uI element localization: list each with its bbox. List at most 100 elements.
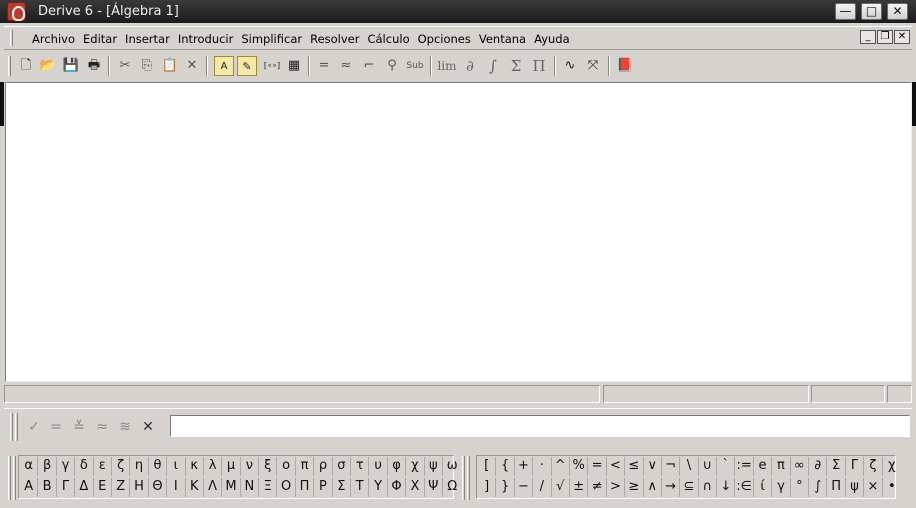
substitute-icon[interactable]: Sub — [405, 56, 425, 76]
math-symbol-button[interactable]: { — [496, 457, 515, 476]
greek-upper-symbol-button[interactable]: Τ — [351, 478, 370, 497]
greek-lower-symbol-button[interactable]: σ — [333, 457, 352, 476]
math-symbol-button[interactable]: ↓ — [717, 478, 736, 497]
greek-lower-symbol-button[interactable]: β — [38, 457, 57, 476]
greek-lower-symbol-button[interactable]: ν — [241, 457, 260, 476]
greek-upper-symbol-button[interactable]: Γ — [57, 478, 76, 497]
math-symbol-button[interactable]: √ — [552, 478, 570, 497]
maximize-button[interactable]: □ — [861, 3, 882, 20]
math-symbol-button[interactable]: Γ — [846, 457, 865, 476]
child-close-button[interactable]: ✕ — [894, 30, 910, 44]
menubar-grip[interactable] — [10, 30, 13, 46]
open-folder-icon[interactable]: 📂 — [38, 56, 58, 76]
math-symbol-button[interactable]: ≤ — [625, 457, 644, 476]
menu-ayuda[interactable]: Ayuda — [534, 32, 570, 46]
math-symbol-button[interactable]: ] — [478, 478, 497, 497]
greek-upper-symbol-button[interactable]: Π — [296, 478, 315, 497]
equals-icon[interactable]: = — [314, 56, 334, 76]
integral-icon[interactable]: ∫ — [483, 56, 503, 76]
check-icon[interactable]: ✓ — [24, 417, 44, 437]
greek-lower-symbol-button[interactable]: ζ — [112, 457, 131, 476]
math-symbol-button[interactable]: ≠ — [588, 478, 607, 497]
math-symbol-button[interactable]: \ — [680, 457, 699, 476]
math-symbol-button[interactable]: Σ — [827, 457, 846, 476]
new-file-icon[interactable]: 🗋 — [16, 56, 36, 76]
greek-lower-symbol-button[interactable]: λ — [204, 457, 223, 476]
greek-lower-symbol-button[interactable]: π — [296, 457, 315, 476]
math-symbol-button[interactable]: ∨ — [644, 457, 662, 476]
greek-lower-symbol-button[interactable]: ψ — [425, 457, 443, 476]
greek-upper-symbol-button[interactable]: Ο — [277, 478, 296, 497]
derivative-icon[interactable]: ∂ — [460, 56, 480, 76]
math-symbol-button[interactable]: ∩ — [699, 478, 718, 497]
greek-lower-symbol-button[interactable]: υ — [369, 457, 388, 476]
greek-lower-symbol-button[interactable]: μ — [222, 457, 241, 476]
zoom-icon[interactable]: ⚲ — [382, 56, 402, 76]
math-symbol-button[interactable]: ∂ — [809, 457, 828, 476]
matrix-icon[interactable]: ▦ — [284, 56, 304, 76]
greek-upper-symbol-button[interactable]: Ρ — [314, 478, 333, 497]
math-symbol-button[interactable]: γ — [772, 478, 791, 497]
cut-icon[interactable]: ✂ — [115, 56, 135, 76]
greek-upper-symbol-button[interactable]: Θ — [149, 478, 168, 497]
greek-upper-symbol-button[interactable]: Ψ — [425, 478, 443, 497]
math-symbol-button[interactable]: ∫ — [809, 478, 828, 497]
greek-upper-symbol-button[interactable]: Β — [38, 478, 57, 497]
book-icon[interactable]: 📕 — [615, 56, 635, 76]
greek-lower-symbol-button[interactable]: α — [20, 457, 39, 476]
toolbar-grip[interactable] — [8, 56, 11, 76]
greek-upper-symbol-button[interactable]: Α — [20, 478, 39, 497]
print-icon[interactable]: 🖶 — [84, 56, 104, 76]
menu-editar[interactable]: Editar — [83, 32, 117, 46]
math-symbol-button[interactable]: ≥ — [625, 478, 644, 497]
math-symbol-button[interactable]: · — [533, 457, 552, 476]
simplify-icon[interactable]: ≚ — [69, 417, 89, 437]
algebra-workspace[interactable] — [5, 82, 912, 382]
menu-resolver[interactable]: Resolver — [310, 32, 359, 46]
greek-lower-symbol-button[interactable]: ρ — [314, 457, 333, 476]
greek-lower-symbol-button[interactable]: ο — [277, 457, 296, 476]
greek-lower-symbol-button[interactable]: ω — [443, 457, 461, 476]
math-symbol-button[interactable]: ° — [791, 478, 810, 497]
math-symbol-button[interactable]: % — [570, 457, 589, 476]
greek-lower-symbol-button[interactable]: ξ — [259, 457, 278, 476]
math-symbol-button[interactable]: } — [496, 478, 515, 497]
greek-upper-symbol-button[interactable]: Μ — [222, 478, 241, 497]
child-minimize-button[interactable]: _ — [860, 30, 876, 44]
greek-upper-symbol-button[interactable]: Ι — [167, 478, 186, 497]
math-symbol-button[interactable]: ^ — [552, 457, 570, 476]
copy-icon[interactable]: ⎘ — [137, 56, 157, 76]
sum-icon[interactable]: Σ — [506, 56, 526, 76]
math-symbol-button[interactable]: • — [883, 478, 901, 497]
greek-lower-symbol-button[interactable]: η — [130, 457, 149, 476]
math-symbol-button[interactable]: ± — [570, 478, 589, 497]
greek-upper-symbol-button[interactable]: Σ — [333, 478, 352, 497]
greek-lower-symbol-button[interactable]: κ — [186, 457, 204, 476]
greek-lower-symbol-button[interactable]: ε — [94, 457, 112, 476]
menu-archivo[interactable]: Archivo — [32, 32, 75, 46]
math-symbol-button[interactable]: :∈ — [735, 478, 754, 497]
math-symbol-button[interactable]: ⊆ — [680, 478, 699, 497]
menu-ventana[interactable]: Ventana — [479, 32, 526, 46]
math-symbol-button[interactable]: × — [864, 478, 883, 497]
save-icon[interactable]: 💾 — [61, 56, 81, 76]
math-symbol-button[interactable]: ¬ — [662, 457, 681, 476]
plot-3d-icon[interactable]: ⤧ — [583, 56, 603, 76]
greek-lower-symbol-button[interactable]: γ — [57, 457, 76, 476]
math-symbol-button[interactable]: → — [662, 478, 681, 497]
greek-palette-grip[interactable] — [8, 456, 11, 500]
math-symbol-button[interactable]: < — [607, 457, 626, 476]
math-symbol-button[interactable]: ζ — [864, 457, 883, 476]
math-symbol-button[interactable]: + — [515, 457, 534, 476]
menu-insertar[interactable]: Insertar — [125, 32, 170, 46]
steps-icon[interactable]: ⌐ — [359, 56, 379, 76]
plot-2d-icon[interactable]: ∿ — [560, 56, 580, 76]
insert-note-icon[interactable]: ✎ — [237, 56, 257, 76]
menu-introducir[interactable]: Introducir — [178, 32, 234, 46]
math-symbol-button[interactable]: Π — [827, 478, 846, 497]
math-symbol-button[interactable]: ί — [754, 478, 773, 497]
clear-icon[interactable]: ✕ — [138, 417, 158, 437]
limit-icon[interactable]: lim — [436, 56, 458, 76]
greek-upper-symbol-button[interactable]: Υ — [369, 478, 388, 497]
greek-upper-symbol-button[interactable]: Η — [130, 478, 149, 497]
